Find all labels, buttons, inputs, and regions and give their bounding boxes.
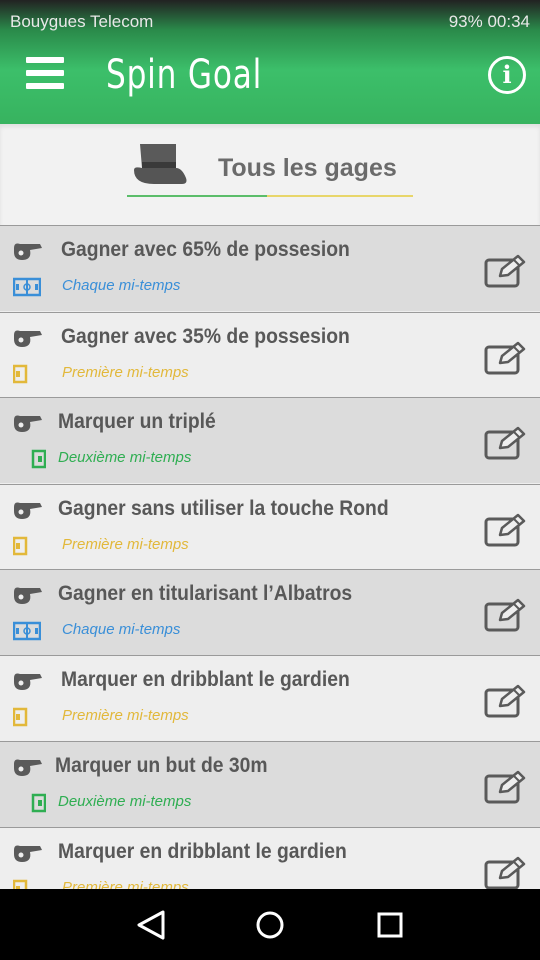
item-period: Chaque mi-temps [62, 277, 181, 294]
edit-icon[interactable] [484, 426, 526, 460]
item-title: Marquer un triplé [58, 410, 216, 433]
item-title: Gagner sans utiliser la touche Rond [58, 497, 389, 520]
filter-underline-left [127, 195, 267, 197]
item-period: Deuxième mi-temps [58, 449, 192, 466]
item-title: Gagner avec 65% de possesion [61, 238, 350, 261]
field-icon [12, 364, 41, 384]
list-item[interactable]: Marquer en dribblant le gardien Première… [0, 655, 540, 741]
hat-icon [134, 144, 187, 184]
edit-icon[interactable] [484, 254, 526, 288]
list-item[interactable]: Marquer un but de 30m Deuxième mi-temps [0, 741, 540, 827]
whistle-icon [12, 758, 44, 778]
battery-time: 93% 00:34 [448, 12, 530, 31]
item-title: Gagner en titularisant l’Albatros [58, 582, 353, 605]
list-item[interactable]: Marquer un triplé Deuxième mi-temps [0, 397, 540, 483]
carrier-name: Bouygues Telecom [10, 12, 154, 31]
list-item[interactable]: Gagner sans utiliser la touche Rond Prem… [0, 484, 540, 570]
item-title: Marquer en dribblant le gardien [61, 668, 350, 691]
whistle-icon [12, 672, 44, 692]
item-title: Gagner avec 35% de possesion [61, 325, 350, 348]
whistle-icon [12, 844, 44, 864]
info-icon[interactable]: i [488, 56, 526, 94]
edit-icon[interactable] [484, 856, 526, 889]
filter-underline-right [267, 195, 413, 197]
filter-label: Tous les gages [218, 154, 397, 182]
status-bar: Bouygues Telecom 93% 00:34 [0, 0, 540, 44]
item-period: Deuxième mi-temps [58, 793, 192, 810]
item-title: Marquer en dribblant le gardien [58, 840, 347, 863]
list-item[interactable]: Gagner en titularisant l’Albatros Chaque… [0, 569, 540, 655]
field-icon [18, 449, 47, 469]
home-icon[interactable] [252, 907, 288, 943]
item-period: Première mi-temps [62, 879, 189, 889]
list-item[interactable]: Gagner avec 35% de possesion Première mi… [0, 312, 540, 398]
app-title: Spin Goal [106, 52, 263, 98]
back-icon[interactable] [133, 907, 169, 943]
edit-icon[interactable] [484, 598, 526, 632]
gage-list: Gagner avec 65% de possesion Chaque mi-t… [0, 225, 540, 889]
field-icon [12, 707, 41, 727]
field-icon [12, 277, 42, 297]
item-period: Première mi-temps [62, 707, 189, 724]
whistle-icon [12, 501, 44, 521]
item-period: Chaque mi-temps [62, 621, 181, 638]
list-item[interactable]: Gagner avec 65% de possesion Chaque mi-t… [0, 225, 540, 311]
navigation-bar [0, 889, 540, 960]
item-period: Première mi-temps [62, 536, 189, 553]
menu-icon[interactable] [26, 57, 66, 91]
whistle-icon [12, 329, 44, 349]
whistle-icon [12, 414, 44, 434]
whistle-icon [12, 586, 44, 606]
edit-icon[interactable] [484, 770, 526, 804]
item-title: Marquer un but de 30m [55, 754, 268, 777]
field-icon [12, 536, 41, 556]
item-period: Première mi-temps [62, 364, 189, 381]
recents-icon[interactable] [372, 907, 408, 943]
edit-icon[interactable] [484, 341, 526, 375]
whistle-icon [12, 242, 44, 262]
edit-icon[interactable] [484, 513, 526, 547]
list-item[interactable]: Marquer en dribblant le gardien Première… [0, 827, 540, 889]
field-icon [12, 879, 41, 889]
edit-icon[interactable] [484, 684, 526, 718]
field-icon [18, 793, 47, 813]
filter-selector[interactable]: Tous les gages [0, 124, 540, 226]
field-icon [12, 621, 42, 641]
app-header: Bouygues Telecom 93% 00:34 Spin Goal i [0, 0, 540, 124]
